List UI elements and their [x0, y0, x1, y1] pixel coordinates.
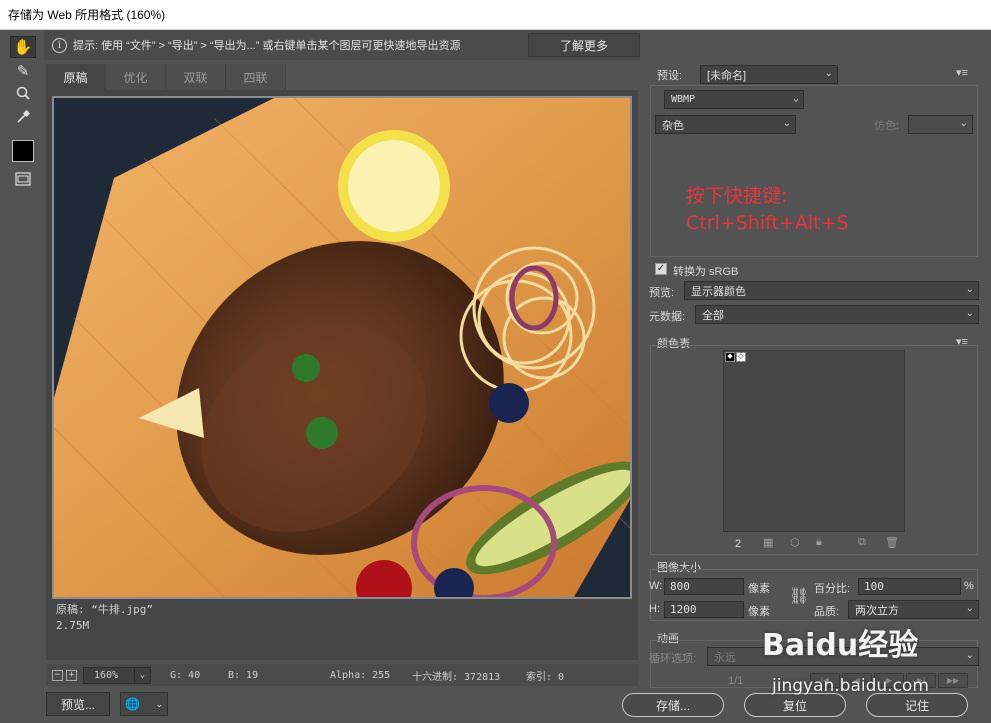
chevron-down-icon: ⌄: [792, 93, 799, 104]
browser-preview-button[interactable]: 🌐 ⌄: [120, 692, 168, 716]
width-unit: 像素: [748, 583, 770, 595]
height-input[interactable]: 1200: [664, 601, 744, 618]
status-g: G: 40: [170, 669, 201, 681]
zoom-icon[interactable]: [10, 82, 36, 104]
color-table[interactable]: ◆ ◇: [723, 350, 905, 532]
baidu-watermark-logo: Baidu经验: [762, 628, 919, 663]
preset-value: [未命名]: [707, 69, 747, 82]
chevron-down-icon: ⌄: [782, 118, 791, 129]
metadata-label: 元数据:: [649, 311, 686, 323]
status-bar: − + 160% ⌄ G: 40 B: 19 Alpha: 255 十六进制: …: [46, 664, 638, 686]
quality-label: 品质:: [814, 606, 840, 618]
hint-text: 提示: 使用 “文件” > “导出” > “导出为...” 或右键单击某个图层可…: [73, 40, 461, 52]
lock-icon[interactable]: 🔒︎: [816, 536, 822, 549]
preview-label: 预览:: [649, 287, 675, 299]
tool-panel: ✋ ✎: [0, 30, 44, 690]
window-title: 存储为 Web 所用格式 (160%): [0, 0, 991, 30]
info-icon: i: [52, 37, 67, 53]
cube-icon[interactable]: ⬡: [790, 536, 800, 549]
eyedropper-color-swatch[interactable]: [12, 140, 34, 162]
zoom-select[interactable]: 160% ⌄: [83, 666, 151, 684]
percent-unit: %: [964, 580, 974, 592]
steak-image-preview[interactable]: [52, 96, 632, 599]
preview-color-select[interactable]: 显示器颜色 ⌄: [684, 281, 979, 300]
shortcut-annotation: 按下快捷键: Ctrl+Shift+Alt+S: [686, 183, 849, 237]
tab-4up[interactable]: 四联: [226, 64, 286, 90]
slice-select-icon[interactable]: ✎: [10, 60, 36, 82]
annotation-line2: Ctrl+Shift+Alt+S: [686, 212, 849, 234]
color-count: 2: [735, 538, 742, 550]
panel-menu-icon[interactable]: ▾≡: [956, 66, 968, 79]
tab-2up[interactable]: 双联: [166, 64, 226, 90]
width-label: W:: [649, 580, 663, 592]
chevron-down-icon: ⌄: [134, 666, 150, 684]
convert-srgb-checkbox[interactable]: ✓: [655, 263, 667, 275]
metadata-value: 全部: [702, 309, 724, 322]
trash-icon[interactable]: 🗑︎: [885, 536, 899, 549]
loop-value: 永远: [714, 651, 736, 664]
toggle-slices-icon[interactable]: [10, 168, 36, 190]
chevron-down-icon: ⌄: [965, 308, 974, 319]
loop-label: 循环选项:: [649, 653, 697, 665]
status-b: B: 19: [228, 669, 259, 681]
zoom-out-button[interactable]: −: [52, 669, 63, 681]
image-filesize: 2.75M: [56, 619, 90, 632]
color-chip-white[interactable]: ◇: [736, 352, 746, 362]
dither-label: 仿色:: [874, 120, 900, 132]
chevron-down-icon: ⌄: [965, 650, 974, 661]
link-icon[interactable]: ⛓: [789, 586, 809, 606]
format-select[interactable]: WBMP ⌄: [664, 90, 804, 109]
quality-select[interactable]: 两次立方 ⌄: [848, 600, 979, 619]
metadata-select[interactable]: 全部 ⌄: [695, 305, 979, 324]
hint-bar: i 提示: 使用 “文件” > “导出” > “导出为...” 或右键单击某个图…: [44, 30, 640, 60]
reset-button[interactable]: 复位: [744, 693, 846, 717]
view-tabs: 原稿 优化 双联 四联: [46, 64, 638, 90]
status-hex: 十六进制: 372813: [412, 671, 501, 683]
chevron-down-icon: ⌄: [959, 118, 968, 129]
browser-icon: 🌐: [125, 697, 140, 711]
preset-label: 预设:: [657, 70, 683, 82]
chevron-down-icon: ⌄: [824, 68, 833, 79]
quality-value: 两次立方: [855, 604, 899, 617]
eyedropper-icon[interactable]: [10, 106, 36, 128]
height-unit: 像素: [748, 606, 770, 618]
annotation-line1: 按下快捷键:: [686, 185, 788, 207]
web-shift-icon[interactable]: ▦: [763, 536, 773, 549]
tab-original[interactable]: 原稿: [46, 64, 106, 90]
preview-color-value: 显示器颜色: [691, 285, 746, 298]
chevron-down-icon: ⌄: [155, 698, 163, 709]
width-input[interactable]: 800: [664, 578, 744, 595]
baidu-watermark-url: jingyan.baidu.com: [772, 676, 929, 696]
image-preview-panel: 原稿: “牛排.jpg” 2.75M: [46, 90, 638, 660]
save-button[interactable]: 存储...: [622, 693, 724, 717]
color-chip-black[interactable]: ◆: [725, 352, 735, 362]
preset-select[interactable]: [未命名] ⌄: [700, 65, 838, 84]
tab-optimized[interactable]: 优化: [106, 64, 166, 90]
zoom-value: 160%: [94, 669, 119, 681]
convert-srgb-label: 转换为 sRGB: [673, 266, 739, 278]
preview-button[interactable]: 预览...: [46, 692, 110, 716]
image-filename: 原稿: “牛排.jpg”: [56, 603, 153, 616]
remember-button[interactable]: 记住: [866, 693, 968, 717]
height-label: H:: [649, 603, 660, 615]
status-index: 索引: 0: [526, 671, 565, 683]
frame-counter: 1/1: [728, 675, 744, 687]
dither-algorithm-select[interactable]: 杂色 ⌄: [655, 115, 796, 134]
chevron-down-icon: ⌄: [965, 284, 974, 295]
image-caption: 原稿: “牛排.jpg” 2.75M: [56, 602, 153, 634]
percent-label: 百分比:: [814, 583, 851, 595]
dither-value: 杂色: [662, 119, 684, 132]
hand-icon[interactable]: ✋: [10, 36, 36, 58]
status-alpha: Alpha: 255: [330, 669, 391, 681]
dither-amount-select: ⌄: [908, 115, 973, 134]
learn-more-button[interactable]: 了解更多: [528, 33, 640, 57]
zoom-in-button[interactable]: +: [66, 669, 77, 681]
last-frame-icon: ▶▶: [938, 673, 968, 688]
chevron-down-icon: ⌄: [965, 603, 974, 614]
format-value: WBMP: [671, 94, 696, 105]
percent-input[interactable]: 100: [858, 578, 961, 595]
new-color-icon[interactable]: ⧉: [858, 536, 866, 549]
